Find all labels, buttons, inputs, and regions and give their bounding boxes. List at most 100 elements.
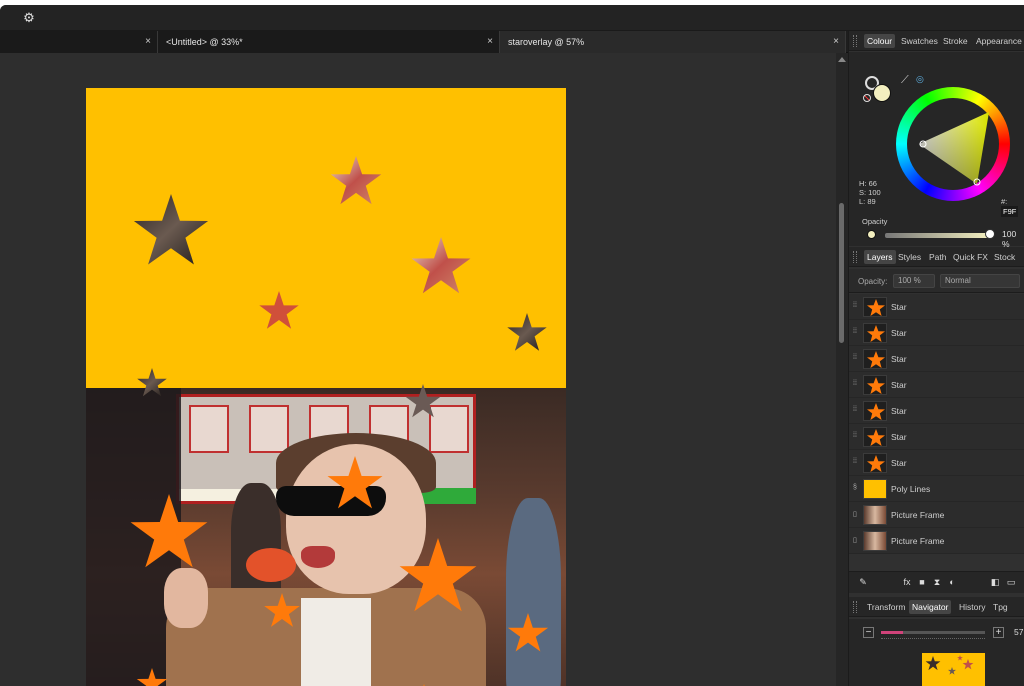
- eyedropper-icon[interactable]: ⟋: [901, 74, 909, 87]
- layer-row[interactable]: ▯ Picture Frame: [849, 502, 1024, 528]
- star-cutout: [137, 368, 167, 397]
- hex-input[interactable]: F9F: [1001, 206, 1019, 217]
- star-overlay-orange[interactable]: [399, 538, 477, 612]
- layer-row[interactable]: § Poly Lines: [849, 476, 1024, 502]
- gear-icon[interactable]: ⚙: [22, 11, 36, 25]
- document-tabs: × <Untitled> @ 33%* × staroverlay @ 57% …: [0, 31, 848, 53]
- layer-lock-icon[interactable]: ⁞⁞: [853, 380, 857, 387]
- tab-swatches[interactable]: Swatches: [898, 34, 941, 48]
- mask-icon[interactable]: ■: [916, 576, 928, 588]
- layer-lock-icon[interactable]: ⁞⁞: [853, 328, 857, 335]
- tab-stroke[interactable]: Stroke: [940, 34, 971, 48]
- tab-document-1[interactable]: ×: [0, 31, 158, 53]
- hex-field[interactable]: #: F9F: [1001, 197, 1024, 217]
- layer-row[interactable]: ⁞⁞ Star: [849, 294, 1024, 320]
- star-cutout: [133, 194, 209, 265]
- navigator-preview[interactable]: [922, 653, 985, 686]
- tab-colour[interactable]: Colour: [864, 34, 896, 48]
- star-overlay-orange[interactable]: [130, 494, 208, 568]
- tab-navigator[interactable]: Navigator: [909, 600, 952, 614]
- layer-opacity-label: Opacity:: [858, 277, 888, 286]
- folder-icon[interactable]: ▭: [1005, 576, 1017, 588]
- layer-lock-icon[interactable]: ⁞⁞: [853, 432, 857, 439]
- tab-transform[interactable]: Transform: [864, 600, 908, 614]
- layer-row[interactable]: ⁞⁞ Star: [849, 346, 1024, 372]
- adjustment-icon[interactable]: ⧗: [931, 576, 943, 588]
- tab-layers[interactable]: Layers: [864, 250, 896, 264]
- zoom-in-button[interactable]: +: [993, 627, 1004, 638]
- edit-layer-icon[interactable]: ✎: [857, 576, 869, 588]
- star-overlay-orange[interactable]: [327, 456, 383, 509]
- no-fill-icon[interactable]: [863, 94, 871, 102]
- tab-label: <Untitled> @ 33%*: [166, 37, 243, 47]
- tab-history[interactable]: History: [956, 600, 988, 614]
- close-icon[interactable]: ×: [487, 31, 493, 53]
- layer-row[interactable]: ⁞⁞ Star: [849, 320, 1024, 346]
- layer-name: Star: [891, 354, 907, 364]
- fx-icon[interactable]: fx: [901, 576, 913, 588]
- scroll-up-icon[interactable]: [838, 57, 846, 62]
- close-icon[interactable]: ×: [145, 31, 151, 53]
- opacity-slider[interactable]: [885, 233, 989, 238]
- canvas-area[interactable]: [0, 53, 836, 686]
- opacity-slider-handle[interactable]: [985, 229, 995, 239]
- star-overlay-orange[interactable]: [264, 593, 300, 627]
- layer-row[interactable]: ⁞⁞ Star: [849, 372, 1024, 398]
- layer-name: Star: [891, 380, 907, 390]
- tab-tpg[interactable]: Tpg: [990, 600, 1011, 614]
- scroll-thumb[interactable]: [839, 203, 844, 343]
- top-toolbar: ⚙: [0, 5, 1024, 31]
- curve-icon[interactable]: §: [853, 484, 857, 491]
- opacity-value[interactable]: 100 %: [1002, 229, 1024, 249]
- vertical-scrollbar[interactable]: [836, 53, 848, 686]
- layer-row[interactable]: ⁞⁞ Star: [849, 450, 1024, 476]
- tab-stock[interactable]: Stock: [991, 250, 1018, 264]
- layers-panel-tabs: Layers Styles Path Quick FX Stock: [849, 247, 1024, 267]
- frame-icon[interactable]: ▯: [853, 536, 857, 544]
- zoom-value[interactable]: 57: [1014, 627, 1023, 637]
- layer-lock-icon[interactable]: ⁞⁞: [853, 406, 857, 413]
- layer-name: Star: [891, 302, 907, 312]
- contrast-icon[interactable]: ◐: [946, 576, 958, 588]
- color-picker-icon[interactable]: ◎: [916, 74, 924, 85]
- layer-lock-icon[interactable]: ⁞⁞: [853, 354, 857, 361]
- layer-thumbnail: [863, 375, 887, 395]
- zoom-out-button[interactable]: −: [863, 627, 874, 638]
- saturation-value: S: 100: [859, 188, 881, 197]
- opacity-label: Opacity: [862, 217, 888, 226]
- layer-row[interactable]: ⁞⁞ Star: [849, 398, 1024, 424]
- star-overlay-orange[interactable]: [507, 613, 549, 652]
- tab-styles[interactable]: Styles: [895, 250, 924, 264]
- saturation-triangle[interactable]: [907, 98, 999, 190]
- hsl-readout: H: 66 S: 100 L: 89: [859, 179, 881, 206]
- layer-row[interactable]: ⁞⁞ Star: [849, 424, 1024, 450]
- group-icon[interactable]: ◧: [989, 576, 1001, 588]
- layer-lock-icon[interactable]: ⁞⁞: [853, 458, 857, 465]
- close-icon[interactable]: ×: [833, 31, 839, 53]
- fill-swatch[interactable]: [873, 84, 891, 102]
- layer-thumbnail: [863, 453, 887, 473]
- star-cutout: [411, 237, 471, 294]
- star-overlay-orange[interactable]: [136, 668, 168, 686]
- blend-mode-dropdown[interactable]: Normal: [940, 274, 1020, 288]
- layer-row[interactable]: ▯ Picture Frame: [849, 528, 1024, 554]
- colour-wheel[interactable]: [896, 87, 1010, 201]
- layer-opacity-dropdown[interactable]: 100 %: [893, 274, 935, 288]
- tab-quick-fx[interactable]: Quick FX: [950, 250, 991, 264]
- zoom-slider[interactable]: [881, 631, 985, 634]
- right-studio-panel: Colour Swatches Stroke Appearance ⟋ ◎ H:…: [848, 31, 1024, 686]
- panel-grip-icon[interactable]: [853, 35, 857, 47]
- tab-appearance[interactable]: Appearance: [973, 34, 1024, 48]
- layer-name: Star: [891, 432, 907, 442]
- tab-path[interactable]: Path: [926, 250, 950, 264]
- layer-name: Star: [891, 458, 907, 468]
- panel-grip-icon[interactable]: [853, 251, 857, 263]
- frame-icon[interactable]: ▯: [853, 510, 857, 518]
- tab-untitled[interactable]: <Untitled> @ 33%* ×: [158, 31, 500, 53]
- panel-grip-icon[interactable]: [853, 601, 857, 613]
- lightness-value: L: 89: [859, 197, 876, 206]
- layer-lock-icon[interactable]: ⁞⁞: [853, 302, 857, 309]
- document-canvas[interactable]: [86, 88, 566, 686]
- tab-staroverlay[interactable]: staroverlay @ 57% ×: [500, 31, 846, 53]
- layer-name: Poly Lines: [891, 484, 931, 494]
